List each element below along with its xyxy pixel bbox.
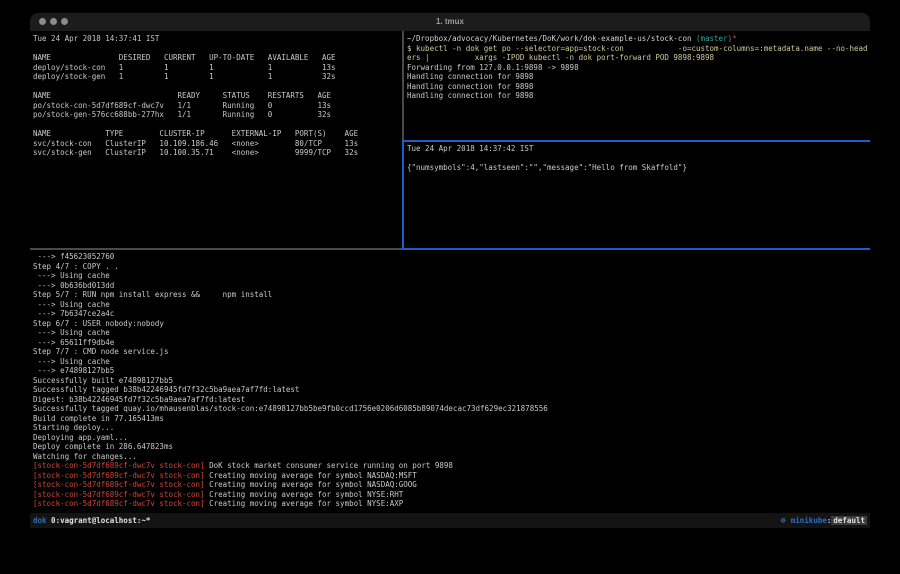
terminal-line: [stock-con-5d7df689cf-dwc7v stock-con] C… — [33, 480, 869, 490]
terminal-line: ers | xargs -IPOD kubectl -n dok port-fo… — [407, 53, 869, 63]
terminal-line: Digest: b38b42246945fd7f32c5ba9aea7af7fd… — [33, 395, 869, 405]
terminal-line: svc/stock-gen ClusterIP 10.100.35.71 <no… — [33, 148, 401, 158]
terminal-line: Successfully built e74898127bb5 — [33, 376, 869, 386]
terminal-line: Handling connection for 9898 — [407, 72, 869, 82]
pane-divider-vertical-inactive[interactable] — [402, 31, 404, 141]
kube-context: minikube — [786, 516, 827, 525]
pane-skaffold-build-log[interactable]: ---> f45623052760Step 4/7 : COPY . . ---… — [33, 252, 869, 511]
pane-port-forward[interactable]: ~/Dropbox/advocacy/Kubernetes/DoK/work/d… — [407, 34, 869, 139]
terminal-line: Handling connection for 9898 — [407, 91, 869, 101]
terminal-line: Successfully tagged b38b42246945fd7f32c5… — [33, 385, 869, 395]
terminal-line: [stock-con-5d7df689cf-dwc7v stock-con] C… — [33, 499, 869, 509]
terminal-line: NAME TYPE CLUSTER-IP EXTERNAL-IP PORT(S)… — [33, 129, 401, 139]
terminal-line: ---> f45623052760 — [33, 252, 869, 262]
window-title: 1. tmux — [30, 13, 870, 31]
window-list-item[interactable]: 0:vagrant@localhost:~* — [47, 516, 151, 525]
terminal-line: [stock-con-5d7df689cf-dwc7v stock-con] C… — [33, 471, 869, 481]
terminal-line: Tue 24 Apr 2018 14:37:42 IST — [407, 144, 869, 154]
terminal-line: po/stock-gen-576cc688bb-277hx 1/1 Runnin… — [33, 110, 401, 120]
terminal-line: ---> Using cache — [33, 271, 869, 281]
pane-divider-vertical-active[interactable] — [402, 141, 404, 250]
terminal-line: ---> Using cache — [33, 357, 869, 367]
pane-service-response[interactable]: Tue 24 Apr 2018 14:37:42 IST {"numsymbol… — [407, 144, 869, 247]
status-left: dok 0:vagrant@localhost:~* — [33, 516, 150, 525]
pane-divider-horizontal-active-top[interactable] — [402, 140, 870, 142]
terminal-line: [stock-con-5d7df689cf-dwc7v stock-con] D… — [33, 461, 869, 471]
tmux-status-bar: dok 0:vagrant@localhost:~* ☸ minikube : … — [30, 513, 870, 528]
terminal-line: Deploy complete in 286.647823ms — [33, 442, 869, 452]
terminal-line: Build complete in 77.165413ms — [33, 414, 869, 424]
terminal-line: NAME DESIRED CURRENT UP-TO-DATE AVAILABL… — [33, 53, 401, 63]
terminal-line: deploy/stock-gen 1 1 1 1 32s — [33, 72, 401, 82]
terminal-line: NAME READY STATUS RESTARTS AGE — [33, 91, 401, 101]
terminal-line: ---> 65611ff9db4e — [33, 338, 869, 348]
terminal-line: Step 6/7 : USER nobody:nobody — [33, 319, 869, 329]
terminal-line: $ kubectl -n dok get po --selector=app=s… — [407, 44, 869, 54]
terminal-line: ---> 0b636bd013dd — [33, 281, 869, 291]
terminal-line: svc/stock-con ClusterIP 10.109.186.46 <n… — [33, 139, 401, 149]
terminal-line: Watching for changes... — [33, 452, 869, 462]
kube-namespace: default — [831, 516, 867, 525]
terminal-line: ---> Using cache — [33, 328, 869, 338]
pane-divider-horizontal-inactive[interactable] — [30, 248, 402, 250]
terminal-line: Deploying app.yaml... — [33, 433, 869, 443]
terminal-line: Step 7/7 : CMD node service.js — [33, 347, 869, 357]
terminal-line: deploy/stock-con 1 1 1 1 13s — [33, 63, 401, 73]
terminal-line: Step 4/7 : COPY . . — [33, 262, 869, 272]
terminal-line: ~/Dropbox/advocacy/Kubernetes/DoK/work/d… — [407, 34, 869, 44]
terminal-line: Forwarding from 127.0.0.1:9898 -> 9898 — [407, 63, 869, 73]
terminal-line — [407, 154, 869, 164]
terminal-line: ---> e74898127bb5 — [33, 366, 869, 376]
terminal-line: Handling connection for 9898 — [407, 82, 869, 92]
status-right: ☸ minikube : default — [780, 516, 867, 525]
terminal-line: Step 5/7 : RUN npm install express && np… — [33, 290, 869, 300]
screen-background: 1. tmux Tue 24 Apr 2018 14:37:41 IST NAM… — [0, 0, 900, 574]
terminal-line: ---> Using cache — [33, 300, 869, 310]
terminal-line: [stock-con-5d7df689cf-dwc7v stock-con] C… — [33, 490, 869, 500]
terminal-line: ---> 7b6347ce2a4c — [33, 309, 869, 319]
session-name: dok — [33, 516, 47, 525]
terminal-line — [33, 82, 401, 92]
terminal-line — [33, 44, 401, 54]
terminal-line — [33, 120, 401, 130]
pane-kubectl-watch[interactable]: Tue 24 Apr 2018 14:37:41 IST NAME DESIRE… — [33, 34, 401, 247]
terminal-line: Successfully tagged quay.io/mhausenblas/… — [33, 404, 869, 414]
terminal-line: po/stock-con-5d7df689cf-dwc7v 1/1 Runnin… — [33, 101, 401, 111]
tmux-session: Tue 24 Apr 2018 14:37:41 IST NAME DESIRE… — [30, 31, 870, 528]
terminal-window: 1. tmux Tue 24 Apr 2018 14:37:41 IST NAM… — [30, 13, 870, 528]
terminal-line: Tue 24 Apr 2018 14:37:41 IST — [33, 34, 401, 44]
window-titlebar[interactable]: 1. tmux — [30, 13, 870, 31]
terminal-line: Starting deploy... — [33, 423, 869, 433]
pane-divider-horizontal-active-bottom[interactable] — [402, 248, 870, 250]
terminal-line: {"numsymbols":4,"lastseen":"","message":… — [407, 163, 869, 173]
